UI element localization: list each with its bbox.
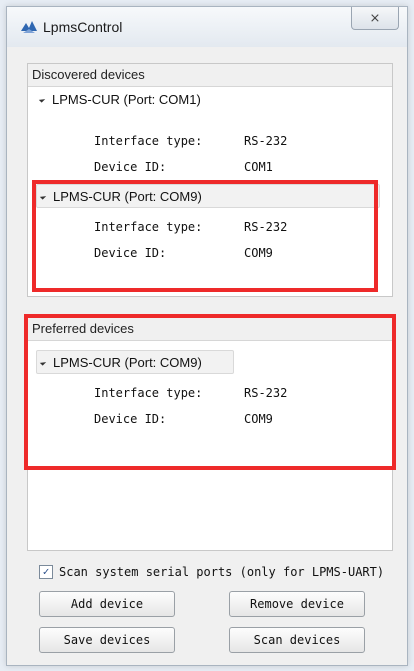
device-id-value: COM1 xyxy=(244,160,273,174)
scan-devices-button[interactable]: Scan devices xyxy=(229,627,365,653)
main-content: Discovered devices LPMS-CUR (Port: COM1)… xyxy=(24,55,396,653)
remove-device-button[interactable]: Remove device xyxy=(229,591,365,617)
scan-serial-checkbox[interactable]: ✓ xyxy=(39,565,53,579)
highlight-annotation xyxy=(32,180,378,292)
scan-serial-checkbox-row[interactable]: ✓ Scan system serial ports (only for LPM… xyxy=(39,565,384,579)
device-label: LPMS-CUR (Port: COM1) xyxy=(52,91,201,107)
window-title: LpmsControl xyxy=(43,19,123,35)
device-id-label: Device ID: xyxy=(94,160,167,174)
discovered-devices-header: Discovered devices xyxy=(28,64,392,87)
app-window: LpmsControl ⨯ Discovered devices LPMS-CU… xyxy=(6,6,408,666)
add-device-button[interactable]: Add device xyxy=(39,591,175,617)
app-logo-icon xyxy=(21,21,37,33)
close-icon: ⨯ xyxy=(369,10,381,26)
highlight-annotation xyxy=(24,314,396,470)
preferred-devices-panel: Preferred devices LPMS-CUR (Port: COM9) … xyxy=(24,314,396,551)
title-bar: LpmsControl ⨯ xyxy=(7,7,407,47)
interface-type-label: Interface type: xyxy=(94,134,203,148)
close-button[interactable]: ⨯ xyxy=(351,7,399,30)
save-devices-button[interactable]: Save devices xyxy=(39,627,175,653)
scan-serial-checkbox-label: Scan system serial ports (only for LPMS-… xyxy=(59,565,385,579)
tree-node-device[interactable]: LPMS-CUR (Port: COM1) xyxy=(36,88,207,110)
discovered-devices-panel: Discovered devices LPMS-CUR (Port: COM1)… xyxy=(27,63,393,297)
interface-type-value: RS-232 xyxy=(244,134,288,148)
expand-arrow-icon[interactable] xyxy=(38,95,46,103)
